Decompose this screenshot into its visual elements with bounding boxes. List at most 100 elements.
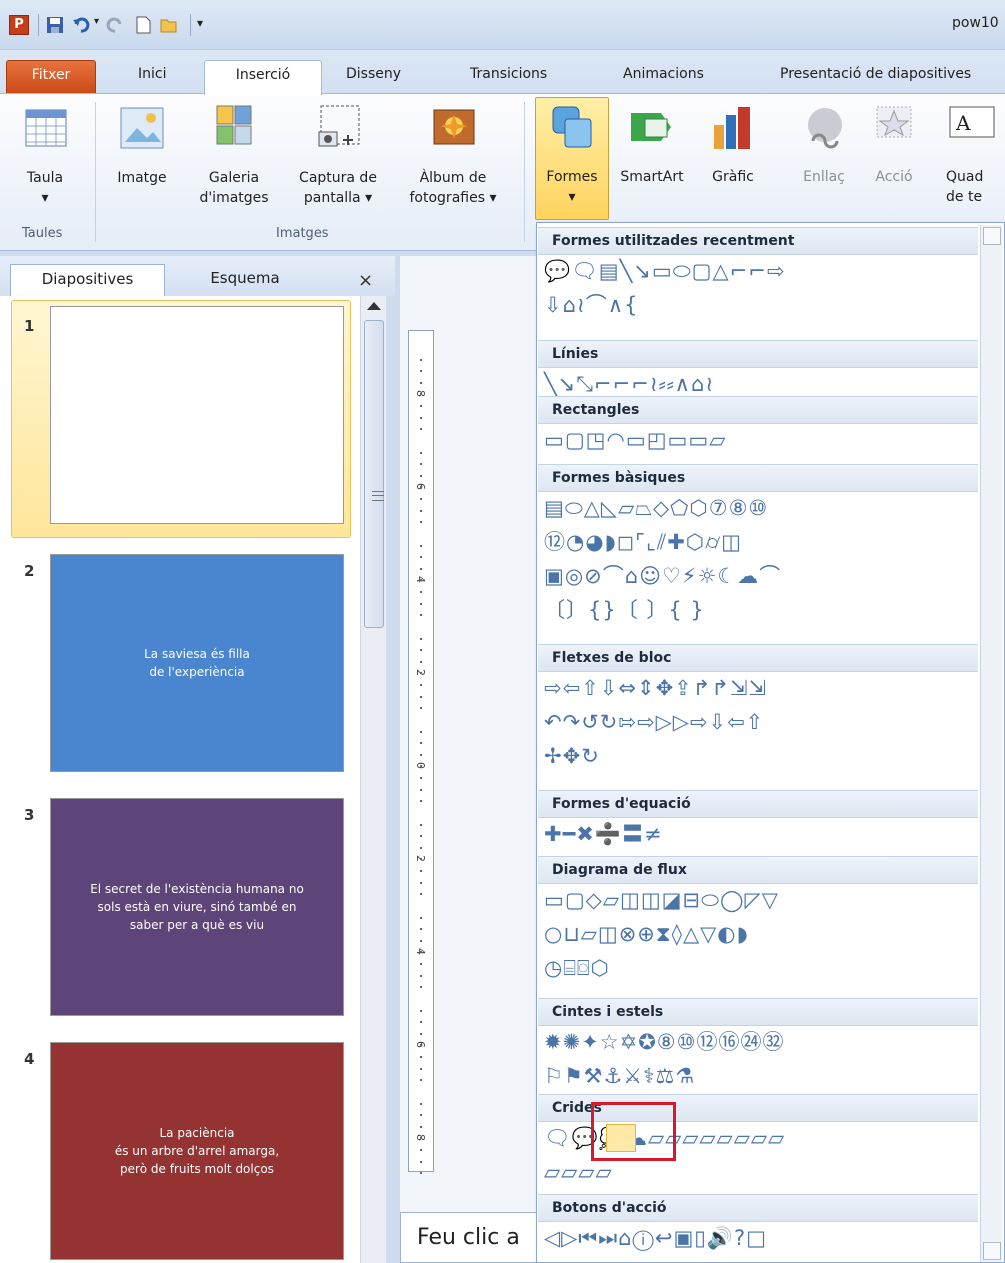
shape-row[interactable]: ✢✥↻ [544,743,600,769]
smartart-button[interactable]: SmartArt [612,103,692,187]
photo-album-button[interactable]: Àlbum de fotografies ▾ [394,104,512,208]
scroll-thumb[interactable] [364,320,384,628]
slide-thumbnail-1[interactable] [50,306,344,524]
slide-thumbnail-3[interactable]: El secret de l'existència humana no sols… [50,798,344,1016]
hyperlink-button: Enllaç [796,103,852,187]
tab-inici[interactable]: Inici [138,60,166,94]
ruler-tick [420,928,422,931]
slide-thumbnail-4[interactable]: La paciència és un arbre d'arrel amarga,… [50,1042,344,1260]
annotation-red-box [591,1102,676,1161]
category-header: Cintes i estels [538,998,978,1026]
shape-row[interactable]: ⚐⚑⚒⚓⚔⚕⚖⚗ [544,1063,695,1089]
ruler-tick [420,602,422,605]
tab-transicions[interactable]: Transicions [470,60,547,94]
undo-dropdown-icon[interactable]: ▾ [94,16,99,27]
gallery-scroll-up-icon[interactable] [983,227,1001,245]
shape-row[interactable]: ⑫◔◕◗◻⌜⌞⫽✚⬡⌭◫ [544,529,742,555]
category-header: Formes bàsiques [538,464,978,492]
redo-icon[interactable] [106,16,124,34]
tab-diapositives[interactable]: Diapositives [10,264,165,296]
shapes-button[interactable]: Formes ▾ [535,103,609,207]
gallery-scroll-down-icon[interactable] [983,1242,1001,1260]
ruler-tick [420,1125,422,1128]
ruler-tick [420,1032,422,1035]
picture-button[interactable]: Imatge [114,104,170,188]
ruler-tick [420,1137,422,1140]
shape-row[interactable]: ▭▢◳◠▭◰▭▭▱ [544,427,726,453]
undo-icon[interactable] [72,16,90,34]
ruler-tick [420,974,422,977]
notes-placeholder: Feu clic a [417,1225,520,1250]
clipart-button[interactable]: Galeria d'imatges [188,104,280,208]
ruler-tick [420,416,422,419]
group-separator [95,102,96,242]
shape-row[interactable]: ◁▷⏮⏭⌂ⓘ↩▣▯🔊?□ [544,1225,767,1251]
notes-pane[interactable]: Feu clic a [400,1212,540,1263]
tab-presentacio[interactable]: Presentació de diapositives [780,60,971,94]
textbox-icon: A [949,106,995,138]
ruler-tick [420,823,422,826]
ruler-tick [420,614,422,617]
shape-row[interactable]: ✚━✖➗〓≠ [544,821,663,847]
action-icon [876,106,912,138]
scroll-up-icon[interactable] [367,302,381,310]
action-button: Acció [866,103,922,187]
shape-row[interactable]: ✹✺✦☆✡✪⑧⑩⑫⑯㉔㉜ [544,1029,784,1055]
save-icon[interactable] [46,16,64,34]
ruler-tick [420,637,422,640]
separator [190,14,191,36]
shape-row[interactable]: ▭▢◇▱◫◫◪⊟⬭◯◸▽ [544,887,779,913]
table-button[interactable]: Taula ▾ [22,104,68,208]
open-icon[interactable] [160,16,178,34]
ruler-tick [420,730,422,733]
ruler-tick [420,695,422,698]
slide-thumbnail-2[interactable]: La saviesa és filla de l'experiència [50,554,344,772]
shape-row[interactable]: 💬🗨▤╲↘▭⬭▢△⌐⌐⇨ [544,258,785,284]
ruler-tick [420,1009,422,1012]
ruler-tick [420,1172,422,1175]
tab-fitxer[interactable]: Fitxer [6,60,96,94]
shape-row[interactable]: ⇨⇦⇧⇩⇔⇕✥⇪↱↱⇲⇲ [544,675,767,701]
shape-row[interactable]: ╲↘⤡⌐⌐⌐≀⸗⸗∧⌂≀ [544,371,714,397]
shape-row[interactable]: ↶↷↺↻⇰⇨▷▷⇨⇩⇦⇧ [544,709,764,735]
category-header: Rectangles [538,396,978,424]
group-separator [524,102,525,242]
shape-row[interactable]: ◷⌸⌼⬡ [544,955,610,981]
textbox-button[interactable]: A Quad de te [946,103,1005,207]
tab-disseny[interactable]: Disseny [346,60,401,94]
slide-number: 1 [24,317,35,335]
ruler-tick [420,451,422,454]
shape-row[interactable]: ▣◎⊘⌒⌂☺♡⚡☼☾☁⌒ [544,563,781,589]
clipart-icon [216,105,252,145]
ruler-tick [420,1067,422,1070]
group-label-imatges: Imatges [276,226,329,241]
ruler-tick [420,951,422,954]
chart-button[interactable]: Gràfic [702,103,764,187]
ruler-tick [420,381,422,384]
slides-scrollbar[interactable] [360,296,386,1263]
ppt-icon[interactable]: P [9,15,29,35]
ruler-tick [420,1044,422,1047]
screenshot-button[interactable]: Captura de pantalla ▾ [286,104,390,208]
ruler-tick [420,800,422,803]
customize-icon[interactable]: ▾ [197,16,203,30]
new-icon[interactable] [134,16,152,34]
ruler-tick [420,358,422,361]
tab-animacions[interactable]: Animacions [623,60,704,94]
shapes-icon [552,106,592,148]
ruler-tick [420,579,422,582]
tab-esquema[interactable]: Esquema [200,264,290,296]
close-pane-icon[interactable]: × [358,270,373,291]
shape-row[interactable]: ○⊔▱◫⊗⊕⧗◊△▽◐◗ [544,921,749,947]
ruler-tick [420,567,422,570]
ruler-tick [420,870,422,872]
shape-row[interactable]: ▤⬭△◺▱⏢◇⬠⬡⑦⑧⑩ [544,495,768,521]
gallery-scrollbar[interactable] [980,225,1002,1262]
category-header: Formes d'equació [538,790,978,818]
shape-row[interactable]: ⇩⌂≀⌒∧{ [544,292,639,318]
separator [38,14,39,36]
shape-row[interactable]: 〔〕{}〔 〕{ } [544,597,705,623]
ruler-tick [420,1149,422,1151]
tab-insercio[interactable]: Inserció [204,60,322,95]
shape-row[interactable]: ▱▱▱▱ [544,1159,613,1185]
